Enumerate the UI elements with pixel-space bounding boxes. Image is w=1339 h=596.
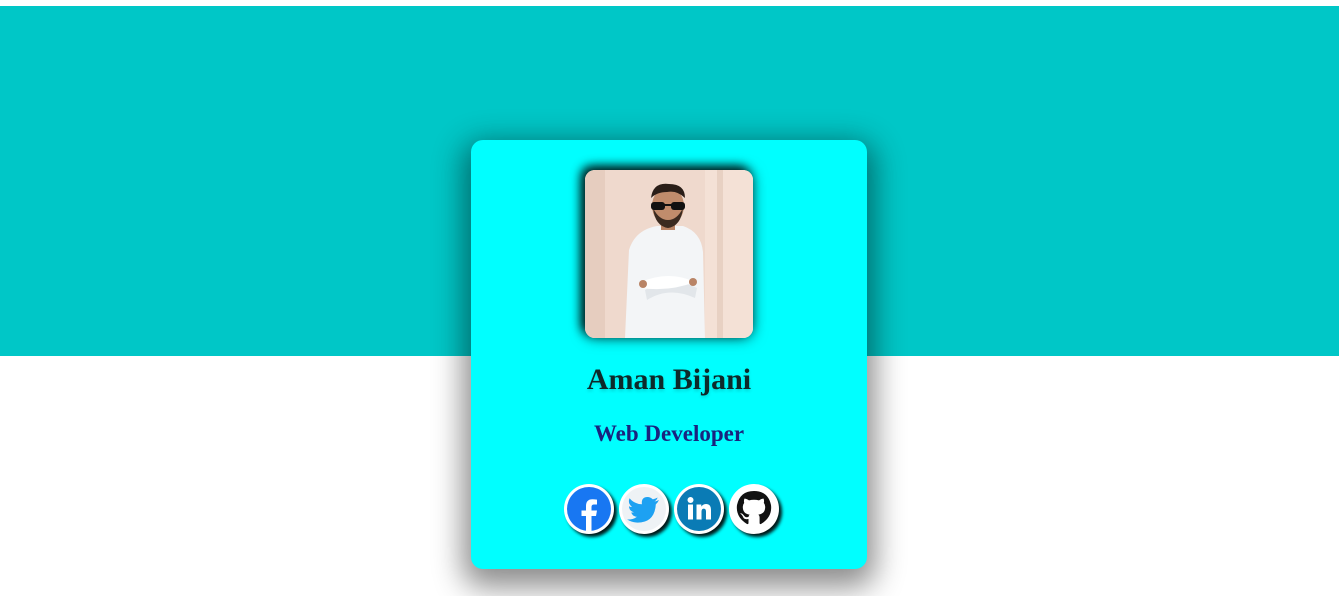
profile-name: Aman Bijani [586,363,752,396]
github-link[interactable] [728,484,779,534]
facebook-icon [566,486,612,532]
facebook-link[interactable] [563,484,614,534]
linkedin-icon [676,486,722,532]
social-links [561,484,781,536]
twitter-icon [621,486,667,532]
profile-role: Web Developer [593,421,745,446]
profile-card: Aman Bijani Web Developer [471,140,867,569]
github-icon [731,486,777,532]
twitter-link[interactable] [618,484,669,534]
linkedin-link[interactable] [673,484,724,534]
profile-photo [585,170,753,338]
